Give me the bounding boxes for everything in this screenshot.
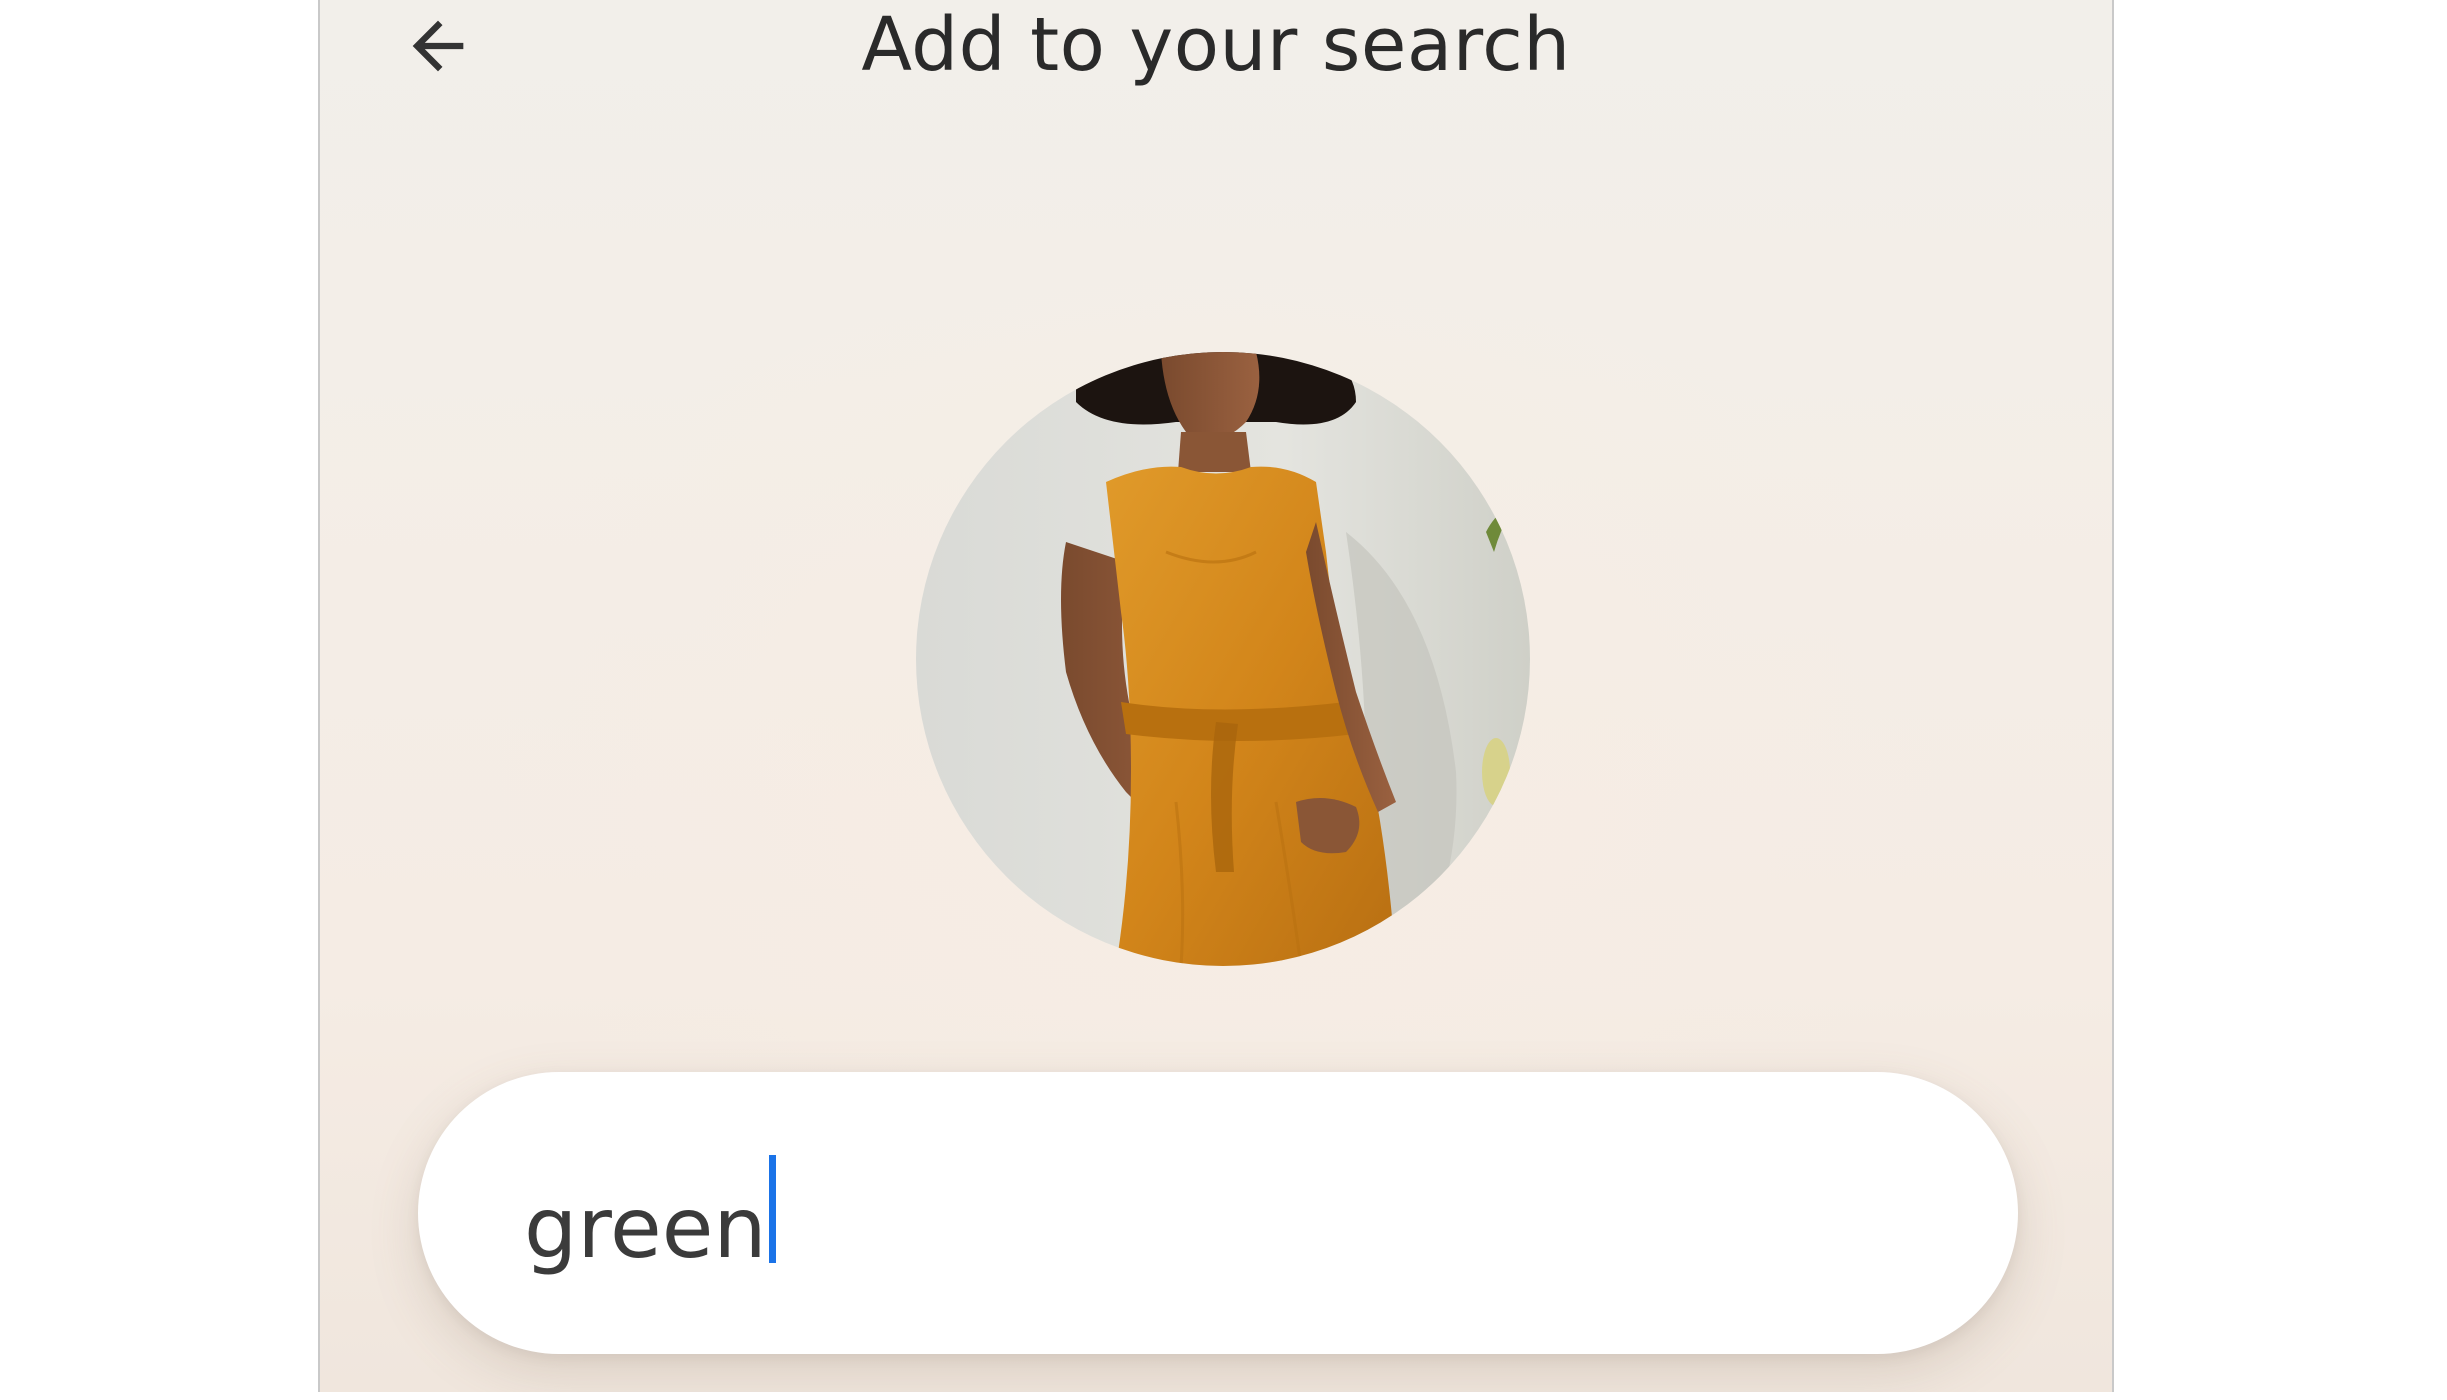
selected-image[interactable] (916, 352, 1530, 966)
page: Add to your search green (0, 0, 2447, 1400)
text-caret (768, 1154, 776, 1263)
back-button[interactable] (390, 4, 486, 88)
dress-photo (916, 352, 1530, 966)
search-query-text: green (524, 1149, 776, 1270)
arrow-left-icon (412, 20, 464, 72)
top-bar: Add to your search (320, 0, 2112, 96)
search-input[interactable]: green (418, 1072, 2018, 1354)
page-title: Add to your search (861, 2, 1571, 88)
phone-screen: Add to your search green (318, 0, 2114, 1392)
